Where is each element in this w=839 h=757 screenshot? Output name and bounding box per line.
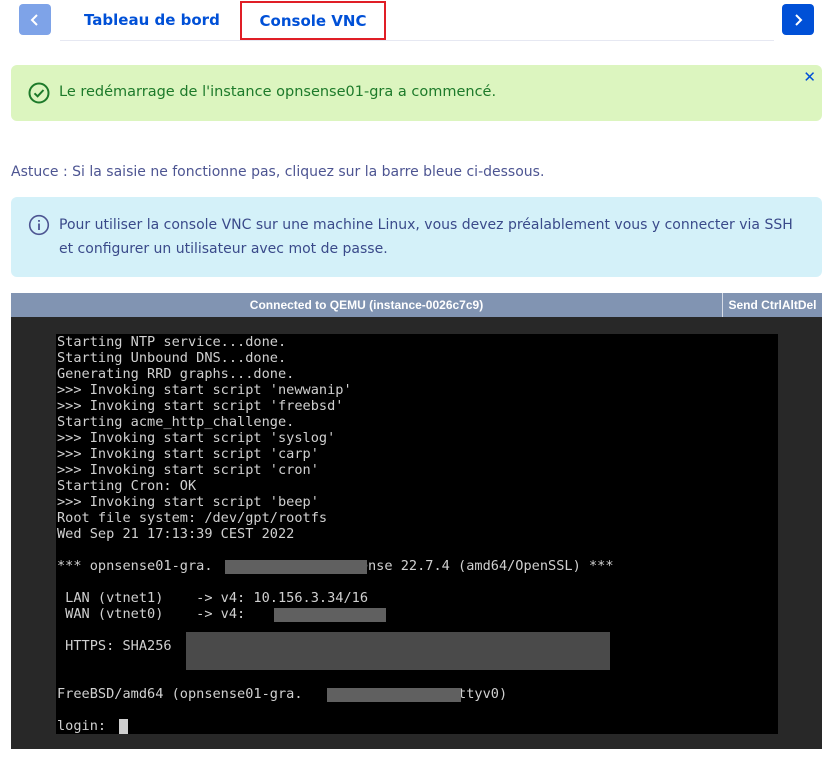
info-message: Pour utiliser la console VNC sur une mac…	[59, 217, 793, 257]
console-line: Generating RRD graphs...done.	[57, 366, 295, 382]
console-line: >>> Invoking start script 'syslog'	[57, 430, 336, 446]
console-line: >>> Invoking start script 'carp'	[57, 446, 319, 462]
console-line: login:	[57, 718, 115, 734]
chevron-right-icon	[795, 13, 803, 26]
console-cursor	[119, 719, 128, 734]
tab-vnc-console[interactable]: Console VNC	[240, 1, 386, 40]
console-line: HTTPS: SHA256	[65, 638, 172, 654]
chevron-left-icon	[30, 13, 38, 26]
tabs-divider	[60, 40, 774, 41]
tab-dashboard[interactable]: Tableau de bord	[84, 0, 220, 40]
console-output: Starting NTP service...done. Starting Un…	[57, 334, 614, 734]
redacted-hostname	[225, 560, 367, 574]
success-alert: Le redémarrage de l'instance opnsense01-…	[11, 65, 822, 121]
check-circle-icon	[28, 82, 50, 104]
previous-tab-button[interactable]	[19, 4, 51, 35]
tip-text: Astuce : Si la saisie ne fonctionne pas,…	[11, 164, 545, 180]
console-line: Wed Sep 21 17:13:39 CEST 2022	[57, 526, 295, 542]
success-message: Le redémarrage de l'instance opnsense01-…	[59, 84, 497, 100]
next-tab-button[interactable]	[782, 4, 814, 35]
info-alert: Pour utiliser la console VNC sur une mac…	[11, 197, 822, 277]
redacted-hostname-2	[327, 688, 461, 702]
console-line: Root file system: /dev/gpt/rootfs	[57, 510, 328, 526]
console-line: Starting Cron: OK	[57, 478, 197, 494]
console-line: LAN (vtnet1) -> v4: 10.156.3.34/16	[65, 590, 368, 606]
info-circle-icon	[28, 214, 50, 236]
console-line: Starting Unbound DNS...done.	[57, 350, 287, 366]
console-line: >>> Invoking start script 'newwanip'	[57, 382, 352, 398]
console-line: Starting acme_http_challenge.	[57, 414, 295, 430]
vnc-status-bar[interactable]: Connected to QEMU (instance-0026c7c9) Se…	[11, 293, 822, 317]
vnc-connection-status[interactable]: Connected to QEMU (instance-0026c7c9)	[11, 293, 722, 317]
vnc-screen[interactable]: Starting NTP service...done. Starting Un…	[56, 334, 778, 734]
send-ctrl-alt-del-button[interactable]: Send CtrlAltDel	[722, 293, 822, 317]
redacted-sha256	[186, 632, 610, 670]
vnc-frame[interactable]: Starting NTP service...done. Starting Un…	[11, 317, 822, 749]
close-icon[interactable]: ✕	[803, 68, 816, 86]
console-line: Starting NTP service...done.	[57, 334, 287, 350]
console-line: >>> Invoking start script 'beep'	[57, 494, 319, 510]
redacted-wan-ip	[274, 608, 386, 622]
console-line: >>> Invoking start script 'cron'	[57, 462, 319, 478]
console-line: >>> Invoking start script 'freebsd'	[57, 398, 344, 414]
